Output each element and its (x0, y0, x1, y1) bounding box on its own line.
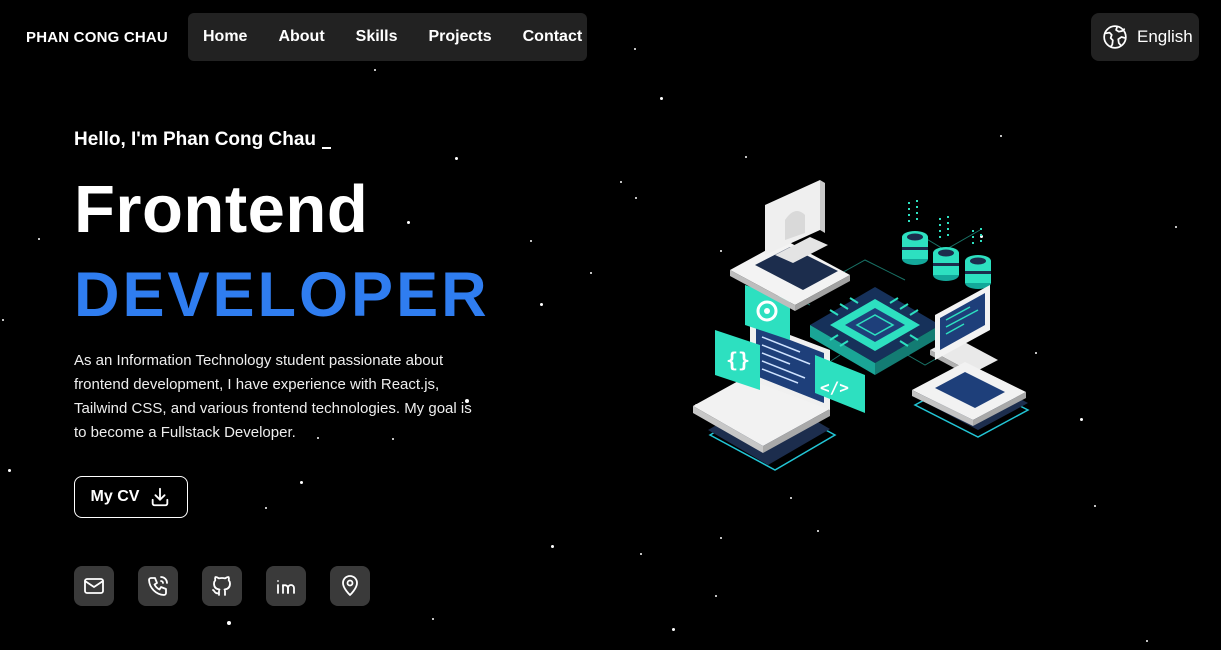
hero-title-line1: Frontend (74, 172, 369, 247)
svg-text:</>: </> (820, 378, 849, 397)
hero-title-line2: DEVELOPER (74, 260, 490, 330)
brand-logo[interactable]: PHAN CONG CHAU (26, 29, 168, 46)
star (530, 240, 532, 242)
star (540, 303, 543, 306)
star (817, 530, 819, 532)
nav-projects[interactable]: Projects (428, 28, 491, 46)
star (407, 221, 410, 224)
nav-home[interactable]: Home (203, 28, 247, 46)
star (660, 97, 663, 100)
github-link[interactable] (202, 566, 242, 606)
svg-text:{}: {} (726, 348, 750, 372)
nav-skills[interactable]: Skills (356, 28, 398, 46)
star (720, 537, 722, 539)
star (1175, 226, 1177, 228)
star (432, 618, 434, 620)
star (2, 319, 4, 321)
location-icon (342, 575, 358, 596)
star (374, 69, 376, 71)
download-cv-button[interactable]: My CV (74, 476, 188, 518)
globe-icon (1103, 25, 1127, 49)
star (227, 621, 231, 625)
star (715, 595, 717, 597)
database-stack (902, 200, 991, 289)
star (1035, 352, 1037, 354)
star (634, 48, 636, 50)
star (1094, 505, 1096, 507)
star (672, 628, 675, 631)
star (551, 545, 554, 548)
nav-about[interactable]: About (278, 28, 324, 46)
star (640, 553, 642, 555)
phone-icon (148, 576, 168, 596)
star (8, 469, 11, 472)
linkedin-icon (277, 580, 295, 594)
star (265, 507, 267, 509)
hero-illustration: {} </> (693, 180, 1030, 471)
star (1146, 640, 1148, 642)
linkedin-link[interactable] (266, 566, 306, 606)
star (38, 238, 40, 240)
greeting-text: Hello, I'm Phan Cong Chau (74, 129, 317, 150)
mail-icon (84, 578, 104, 594)
star (790, 497, 792, 499)
star (1000, 135, 1002, 137)
language-label: English (1137, 27, 1193, 46)
download-icon (152, 487, 169, 507)
github-icon (212, 576, 231, 596)
star (745, 156, 747, 158)
hero-description: As an Information Technology student pas… (74, 352, 472, 441)
star (635, 197, 637, 199)
hero-greeting: Hello, I'm Phan Cong Chau (74, 129, 332, 151)
nav-contact[interactable]: Contact (523, 28, 583, 46)
platform-right (912, 362, 1030, 438)
typing-cursor (322, 147, 332, 149)
email-link[interactable] (74, 566, 114, 606)
location-link[interactable] (330, 566, 370, 606)
phone-link[interactable] (138, 566, 178, 606)
star (620, 181, 622, 183)
language-switcher[interactable]: English (1091, 13, 1199, 61)
star (300, 481, 303, 484)
star (455, 157, 458, 160)
main-nav: Home About Skills Projects Contact (188, 13, 587, 61)
cv-button-label: My CV (90, 488, 140, 505)
social-links (74, 566, 370, 606)
star (1080, 418, 1083, 421)
star (590, 272, 592, 274)
